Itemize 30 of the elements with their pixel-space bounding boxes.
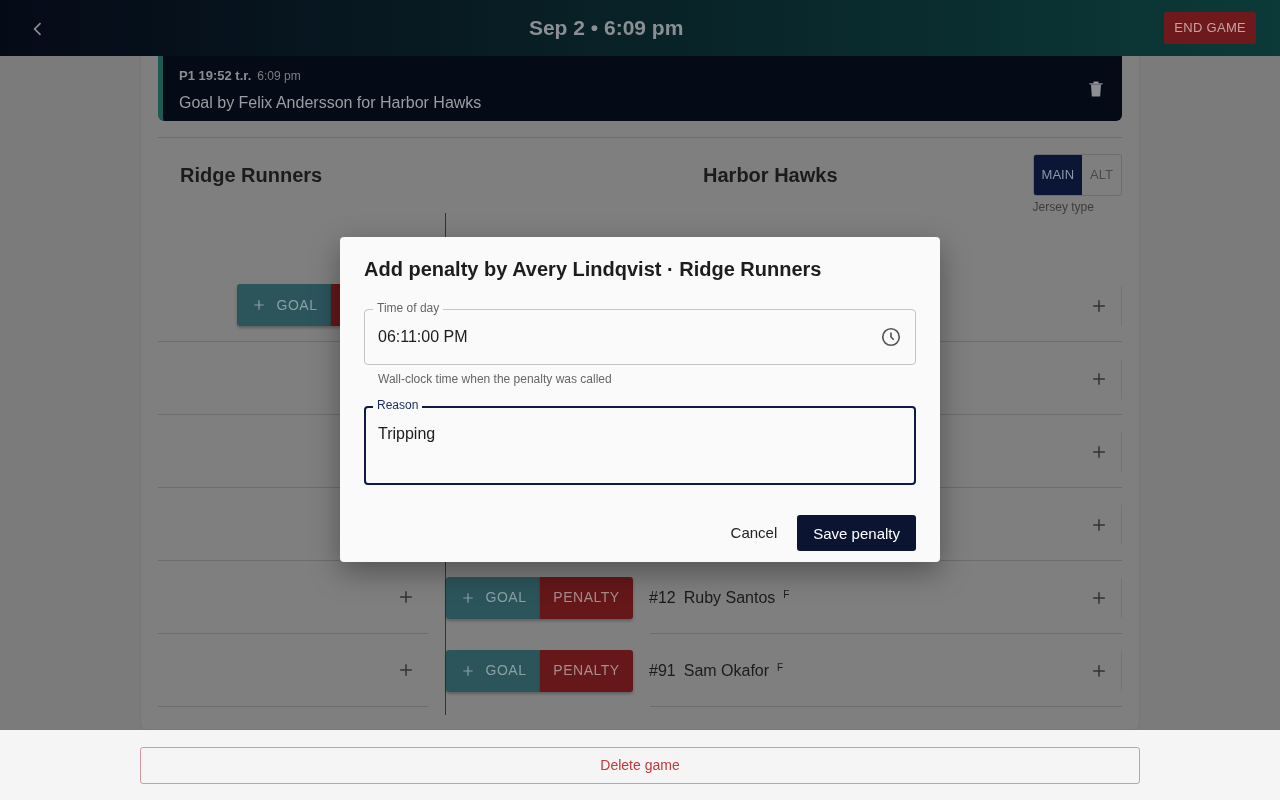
toggle-caption: Jersey type: [1032, 198, 1095, 216]
goal-button[interactable]: GOAL: [446, 649, 540, 692]
penalty-button[interactable]: PENALTY: [540, 576, 633, 619]
field-label: Time of day: [373, 301, 444, 316]
trash-icon: [1086, 79, 1106, 100]
goal-button[interactable]: GOAL: [446, 576, 540, 619]
player-position: F: [783, 588, 790, 602]
penalty-button[interactable]: PENALTY: [540, 649, 633, 692]
jersey-option[interactable]: MAIN: [1033, 155, 1083, 195]
clock-icon[interactable]: [880, 326, 902, 348]
header-title: Sep 2 • 6:09 pm: [527, 15, 685, 42]
dialog-title: Add penalty by Avery Lindqvist · Ridge Runners: [364, 257, 823, 281]
event-text: Goal by Felix Andersson for Harbor Hawks: [179, 92, 483, 113]
player-number: #12: [649, 587, 676, 608]
helper-text: Wall-clock time when the penalty was called: [378, 371, 613, 388]
save-button[interactable]: Save penalty: [797, 515, 916, 552]
delete-game-button[interactable]: Delete game: [140, 747, 1140, 784]
end-game-button[interactable]: END GAME: [1164, 12, 1256, 44]
clock-time: 6:09 pm: [257, 68, 301, 83]
team-name: Harbor Hawks: [702, 163, 839, 188]
player-name: Ruby Santos: [683, 587, 776, 608]
team-name: Ridge Runners: [179, 163, 324, 188]
player-name: Sam Okafor: [683, 660, 770, 681]
period-time: P1 19:52 t.r.: [179, 67, 252, 83]
field-value: Tripping: [378, 424, 437, 444]
player-number: #91: [649, 660, 676, 681]
cancel-button[interactable]: Cancel: [718, 514, 790, 553]
goal-button[interactable]: GOAL: [237, 284, 331, 326]
player-position: F: [777, 661, 784, 675]
field-value: 06:11:00 PM: [378, 327, 469, 347]
